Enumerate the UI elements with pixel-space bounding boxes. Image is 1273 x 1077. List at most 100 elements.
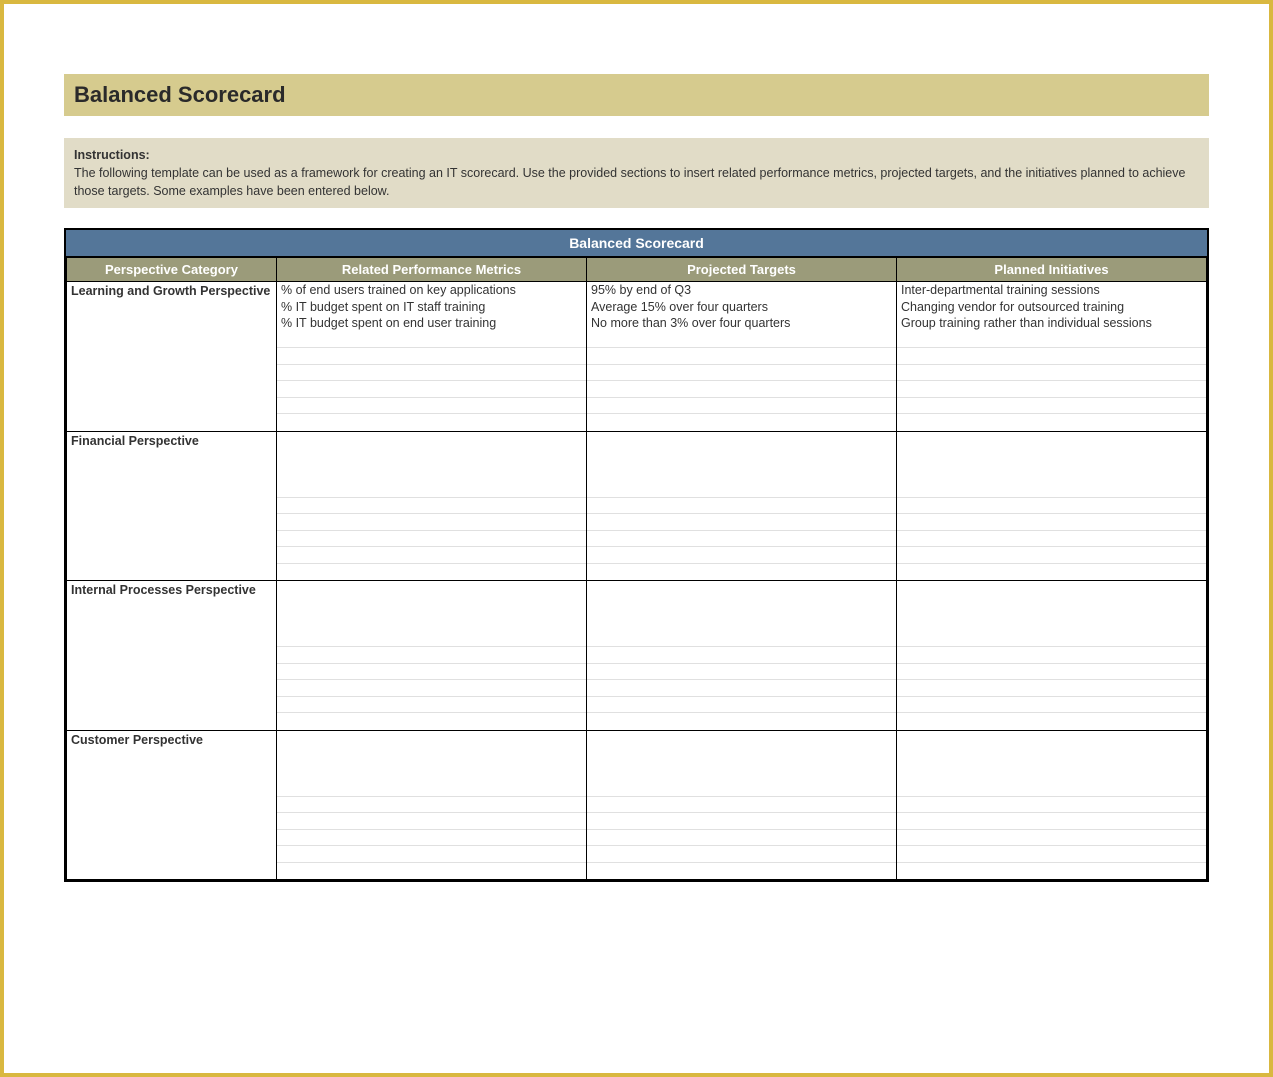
cell-line[interactable]: [587, 348, 896, 365]
cell-line[interactable]: [277, 797, 586, 814]
cell-line[interactable]: Average 15% over four quarters: [587, 299, 896, 316]
cell-line[interactable]: [897, 764, 1206, 781]
cell-line[interactable]: [277, 432, 586, 449]
targets-cell[interactable]: 95% by end of Q3Average 15% over four qu…: [587, 282, 897, 432]
cell-line[interactable]: [897, 713, 1206, 730]
cell-line[interactable]: [277, 332, 586, 349]
cell-line[interactable]: [587, 764, 896, 781]
cell-line[interactable]: [587, 731, 896, 748]
cell-line[interactable]: [897, 531, 1206, 548]
cell-line[interactable]: % of end users trained on key applicatio…: [277, 282, 586, 299]
cell-line[interactable]: 95% by end of Q3: [587, 282, 896, 299]
cell-line[interactable]: [897, 664, 1206, 681]
cell-line[interactable]: [897, 365, 1206, 382]
cell-line[interactable]: [587, 680, 896, 697]
cell-line[interactable]: [587, 332, 896, 349]
cell-line[interactable]: [587, 598, 896, 615]
initiatives-cell[interactable]: [897, 730, 1207, 880]
cell-line[interactable]: [277, 680, 586, 697]
cell-line[interactable]: [277, 713, 586, 730]
initiatives-cell[interactable]: [897, 581, 1207, 731]
cell-line[interactable]: [587, 713, 896, 730]
cell-line[interactable]: [897, 614, 1206, 631]
cell-line[interactable]: [587, 514, 896, 531]
cell-line[interactable]: [277, 531, 586, 548]
cell-line[interactable]: [587, 481, 896, 498]
cell-line[interactable]: [897, 481, 1206, 498]
metrics-cell[interactable]: [277, 581, 587, 731]
cell-line[interactable]: [897, 830, 1206, 847]
targets-cell[interactable]: [587, 581, 897, 731]
initiatives-cell[interactable]: [897, 431, 1207, 581]
cell-line[interactable]: [277, 514, 586, 531]
cell-line[interactable]: [587, 747, 896, 764]
metrics-cell[interactable]: [277, 431, 587, 581]
cell-line[interactable]: [277, 664, 586, 681]
cell-line[interactable]: [587, 498, 896, 515]
cell-line[interactable]: Group training rather than individual se…: [897, 315, 1206, 332]
cell-line[interactable]: [277, 747, 586, 764]
cell-line[interactable]: [277, 381, 586, 398]
cell-line[interactable]: [277, 598, 586, 615]
cell-line[interactable]: % IT budget spent on IT staff training: [277, 299, 586, 316]
cell-line[interactable]: [587, 863, 896, 880]
cell-line[interactable]: No more than 3% over four quarters: [587, 315, 896, 332]
cell-line[interactable]: [277, 697, 586, 714]
cell-line[interactable]: [277, 448, 586, 465]
cell-line[interactable]: [587, 465, 896, 482]
cell-line[interactable]: [277, 631, 586, 648]
cell-line[interactable]: [277, 764, 586, 781]
cell-line[interactable]: [277, 813, 586, 830]
cell-line[interactable]: Inter-departmental training sessions: [897, 282, 1206, 299]
metrics-cell[interactable]: [277, 730, 587, 880]
cell-line[interactable]: [587, 830, 896, 847]
cell-line[interactable]: [897, 414, 1206, 431]
cell-line[interactable]: [277, 846, 586, 863]
metrics-cell[interactable]: % of end users trained on key applicatio…: [277, 282, 587, 432]
cell-line[interactable]: [897, 547, 1206, 564]
cell-line[interactable]: [897, 381, 1206, 398]
cell-line[interactable]: [587, 697, 896, 714]
cell-line[interactable]: [897, 680, 1206, 697]
cell-line[interactable]: [587, 614, 896, 631]
cell-line[interactable]: [277, 614, 586, 631]
cell-line[interactable]: [897, 398, 1206, 415]
cell-line[interactable]: Changing vendor for outsourced training: [897, 299, 1206, 316]
cell-line[interactable]: [277, 365, 586, 382]
cell-line[interactable]: [277, 581, 586, 598]
cell-line[interactable]: [587, 581, 896, 598]
cell-line[interactable]: [897, 631, 1206, 648]
cell-line[interactable]: [897, 564, 1206, 581]
targets-cell[interactable]: [587, 730, 897, 880]
cell-line[interactable]: [587, 398, 896, 415]
cell-line[interactable]: [277, 647, 586, 664]
cell-line[interactable]: [277, 498, 586, 515]
cell-line[interactable]: [277, 481, 586, 498]
cell-line[interactable]: [897, 498, 1206, 515]
cell-line[interactable]: [897, 846, 1206, 863]
cell-line[interactable]: [277, 564, 586, 581]
cell-line[interactable]: [897, 731, 1206, 748]
cell-line[interactable]: [587, 564, 896, 581]
cell-line[interactable]: [277, 398, 586, 415]
cell-line[interactable]: [897, 465, 1206, 482]
cell-line[interactable]: [277, 414, 586, 431]
cell-line[interactable]: [897, 813, 1206, 830]
cell-line[interactable]: [587, 846, 896, 863]
cell-line[interactable]: [587, 414, 896, 431]
cell-line[interactable]: [897, 348, 1206, 365]
initiatives-cell[interactable]: Inter-departmental training sessionsChan…: [897, 282, 1207, 432]
cell-line[interactable]: [277, 731, 586, 748]
cell-line[interactable]: [587, 797, 896, 814]
cell-line[interactable]: [897, 598, 1206, 615]
cell-line[interactable]: [277, 863, 586, 880]
cell-line[interactable]: [277, 547, 586, 564]
cell-line[interactable]: [587, 531, 896, 548]
cell-line[interactable]: [897, 697, 1206, 714]
cell-line[interactable]: [897, 747, 1206, 764]
cell-line[interactable]: [587, 631, 896, 648]
cell-line[interactable]: [897, 797, 1206, 814]
cell-line[interactable]: [897, 647, 1206, 664]
cell-line[interactable]: [897, 448, 1206, 465]
cell-line[interactable]: [897, 514, 1206, 531]
